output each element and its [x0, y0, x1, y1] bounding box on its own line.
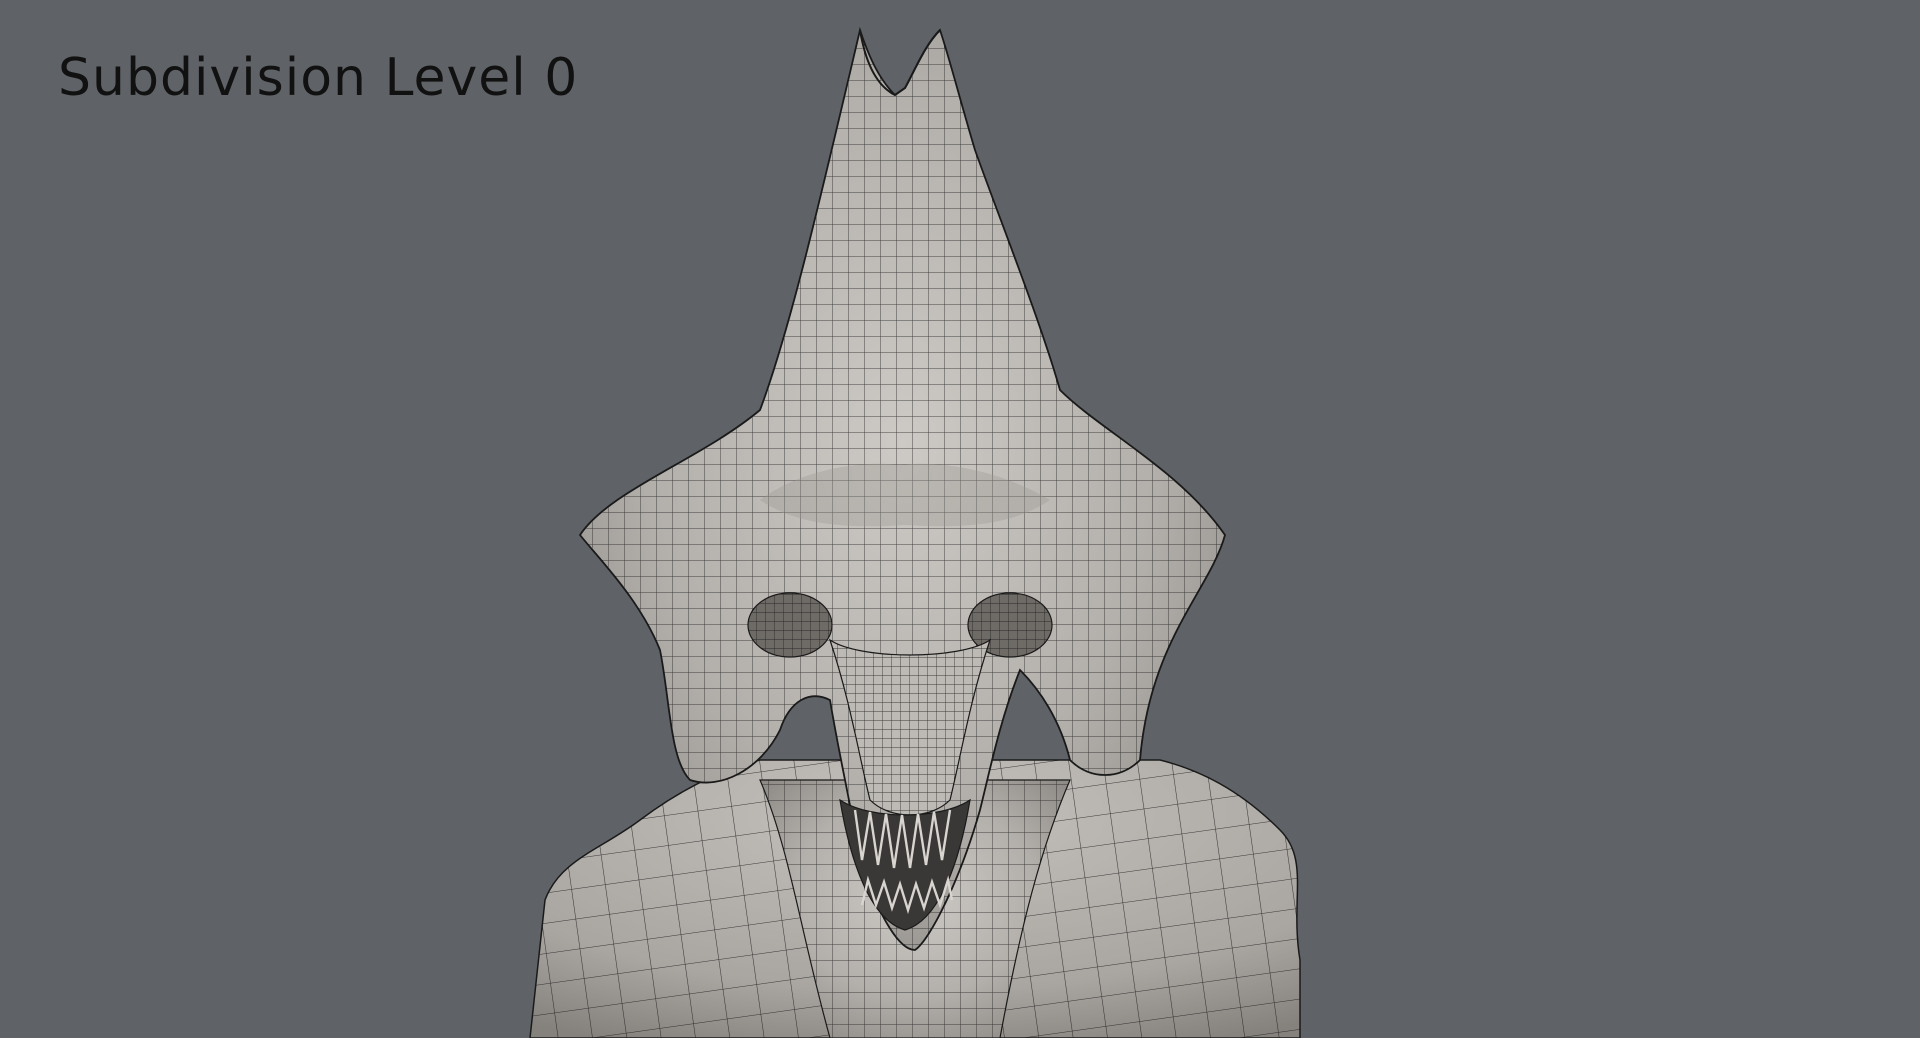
subdivision-level-label: Subdivision Level 0 [58, 48, 579, 108]
render-viewport: Subdivision Level 0 [0, 0, 1920, 1038]
creature-bust-mesh [529, 26, 1301, 1038]
